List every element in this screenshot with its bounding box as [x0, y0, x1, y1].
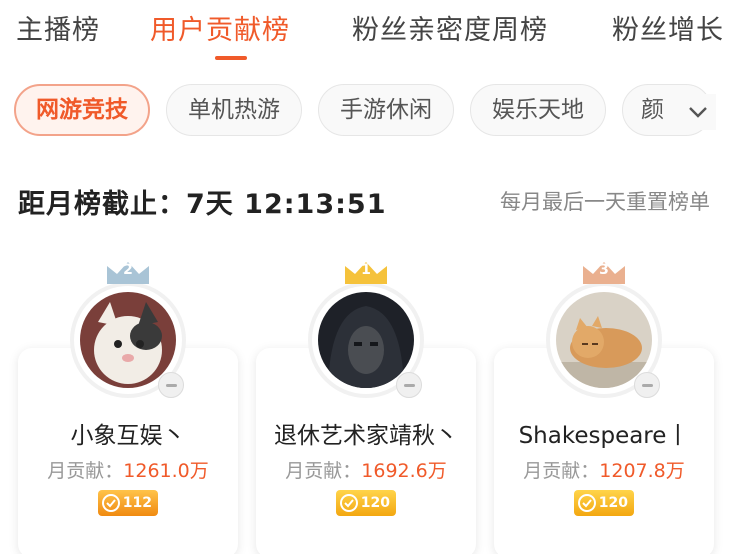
minus-icon[interactable]: [158, 372, 184, 398]
user-name: 小象互娱丶: [70, 423, 186, 449]
level-badge: 120: [574, 490, 634, 516]
chip-entertainment[interactable]: 娱乐天地: [470, 84, 606, 136]
tab-user-contribution-rank[interactable]: 用户贡献榜: [150, 8, 290, 47]
avatar-rank-1[interactable]: 1: [312, 262, 422, 398]
avatar: [80, 292, 176, 388]
monthly-contribution: 月贡献：1207.8万: [494, 456, 714, 483]
tab-streamer-rank[interactable]: 主播榜: [16, 8, 100, 47]
contribution-label: 月贡献：: [523, 460, 600, 482]
rank-number: 2: [123, 262, 133, 278]
level-badge: 120: [336, 490, 396, 516]
contribution-label: 月贡献：: [285, 460, 362, 482]
avatar: [318, 292, 414, 388]
level-badge-icon: [578, 494, 596, 512]
rank-tabs: 主播榜 用户贡献榜 粉丝亲密度周榜 粉丝增长: [0, 0, 738, 62]
tab-fan-growth[interactable]: 粉丝增长: [612, 8, 724, 47]
monthly-countdown: 距月榜截止：7天 12:13:51: [18, 189, 387, 220]
chip-single-player[interactable]: 单机热游: [166, 84, 302, 136]
level-badge-icon: [340, 494, 358, 512]
user-name: Shakespeare丨: [518, 423, 690, 449]
user-name: 退休艺术家靖秋丶: [274, 423, 458, 449]
monthly-contribution: 月贡献：1261.0万: [18, 456, 238, 483]
avatar: [556, 292, 652, 388]
contribution-value: 1261.0万: [123, 460, 209, 482]
level-badge: 112: [98, 490, 158, 516]
tab-fan-intimacy-weekly[interactable]: 粉丝亲密度周榜: [352, 8, 548, 47]
chip-online-games[interactable]: 网游竞技: [14, 84, 150, 136]
minus-icon[interactable]: [634, 372, 660, 398]
monthly-contribution: 月贡献：1692.6万: [256, 456, 476, 483]
level-badge-icon: [102, 494, 120, 512]
avatar-rank-2[interactable]: 2: [74, 262, 184, 398]
active-tab-indicator: [215, 56, 247, 60]
rank-number: 1: [361, 262, 371, 278]
contribution-label: 月贡献：: [47, 460, 124, 482]
minus-icon[interactable]: [396, 372, 422, 398]
reset-note: 每月最后一天重置榜单: [500, 190, 710, 214]
rank-number: 3: [599, 262, 609, 278]
contribution-value: 1692.6万: [361, 460, 447, 482]
avatar-rank-3[interactable]: 3: [550, 262, 660, 398]
level-number: 120: [360, 495, 390, 511]
level-number: 112: [122, 495, 152, 511]
contribution-value: 1207.8万: [599, 460, 685, 482]
chevron-down-icon[interactable]: [680, 94, 716, 130]
category-chips: 网游竞技 单机热游 手游休闲 娱乐天地 颜: [0, 80, 738, 140]
chip-mobile-casual[interactable]: 手游休闲: [318, 84, 454, 136]
level-number: 120: [598, 495, 628, 511]
